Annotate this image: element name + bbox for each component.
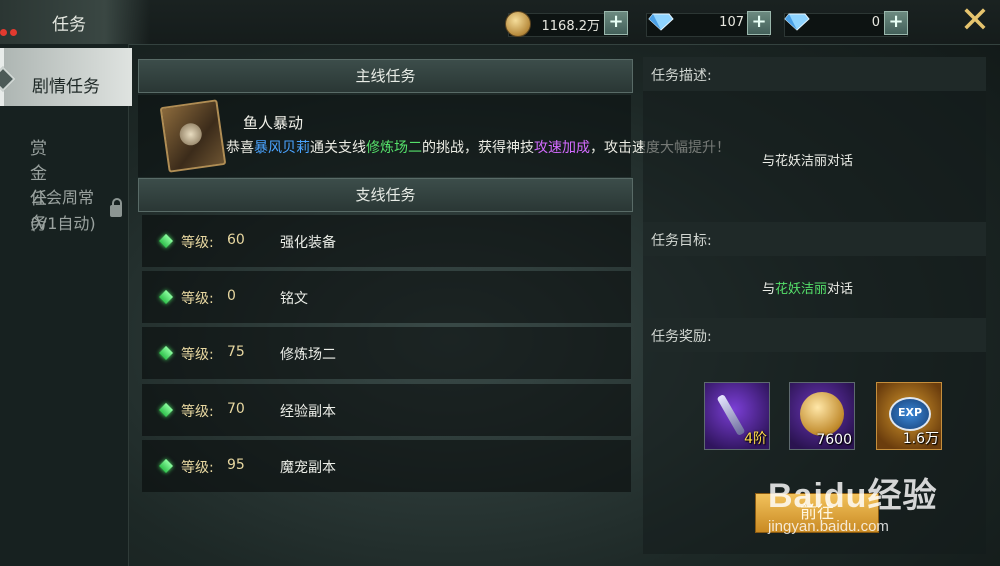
bound-diamond-value: 0 — [871, 15, 880, 30]
sidebar — [0, 44, 129, 566]
add-diamond-button[interactable]: + — [747, 11, 771, 35]
side-quest-header: 支线任务 — [138, 178, 633, 212]
quest-name: 修炼场二 — [280, 347, 336, 363]
gold-value: 1168.2万 — [541, 19, 601, 34]
quest-name: 魔宠副本 — [280, 460, 336, 476]
trident-icon — [716, 393, 746, 437]
close-button[interactable]: ✕ — [958, 3, 992, 39]
level-value: 75 — [227, 344, 245, 360]
level-value: 95 — [227, 457, 245, 473]
main-quest-header: 主线任务 — [138, 59, 633, 93]
level-label: 等级: — [181, 460, 214, 476]
level-value: 70 — [227, 401, 245, 417]
baidu-watermark-logo: Baidu经验 — [768, 477, 938, 515]
reward-exp-item[interactable]: EXP 1.6万 — [876, 382, 942, 450]
quest-name: 强化装备 — [280, 235, 336, 251]
page-title: 任务 — [52, 15, 86, 35]
level-label: 等级: — [181, 347, 214, 363]
diamond-value: 107 — [719, 15, 744, 30]
side-quest-row[interactable]: 等级: 75 修炼场二 — [142, 327, 631, 379]
level-label: 等级: — [181, 235, 214, 251]
side-quest-row[interactable]: 等级: 0 铭文 — [142, 271, 631, 323]
main-quest-title: 鱼人暴动 — [243, 114, 304, 132]
quest-gem-icon — [158, 289, 174, 305]
tab-label: 公会周常 — [30, 188, 95, 207]
quest-book-icon — [159, 99, 227, 173]
side-quest-row[interactable]: 等级: 60 强化装备 — [142, 215, 631, 267]
quest-gem-icon — [158, 345, 174, 361]
bound-diamond-icon — [784, 13, 810, 31]
notification-dot — [10, 29, 17, 36]
reward-qty: 4阶 — [744, 431, 767, 447]
exp-badge-icon: EXP — [889, 397, 931, 431]
level-value: 60 — [227, 232, 245, 248]
notification-dot — [0, 29, 7, 36]
diamond-icon — [648, 13, 674, 31]
add-bound-diamond-button[interactable]: + — [884, 11, 908, 35]
tab-guild-weekly[interactable]: 公会周常 (V1自动) — [30, 185, 96, 237]
tab-label: 剧情任务 — [32, 77, 100, 97]
level-label: 等级: — [181, 404, 214, 420]
gold-coin-icon — [800, 392, 844, 436]
quest-name: 铭文 — [280, 291, 308, 307]
reward-qty: 7600 — [816, 432, 852, 448]
desc-text: 与花妖洁丽对话 — [762, 154, 854, 169]
goal-text: 与花妖洁丽对话 — [762, 282, 854, 297]
add-gold-button[interactable]: + — [604, 11, 628, 35]
gold-coin-icon — [505, 11, 531, 37]
reward-coin-item[interactable]: 7600 — [789, 382, 855, 450]
quest-gem-icon — [158, 402, 174, 418]
goal-label: 任务目标: — [651, 233, 712, 249]
side-quest-row[interactable]: 等级: 70 经验副本 — [142, 384, 631, 436]
baidu-watermark-url: jingyan.baidu.com — [768, 518, 889, 535]
level-label: 等级: — [181, 291, 214, 307]
side-quest-row[interactable]: 等级: 95 魔宠副本 — [142, 440, 631, 492]
tab-story-quests[interactable]: 剧情任务 — [0, 48, 132, 106]
lock-icon — [110, 198, 122, 217]
desc-label: 任务描述: — [651, 68, 712, 84]
reward-qty: 1.6万 — [902, 431, 939, 447]
level-value: 0 — [227, 288, 236, 304]
quest-name: 经验副本 — [280, 404, 336, 420]
reward-label: 任务奖励: — [651, 329, 712, 345]
quest-gem-icon — [158, 458, 174, 474]
quest-gem-icon — [158, 233, 174, 249]
reward-weapon-item[interactable]: 4阶 — [704, 382, 770, 450]
tab-sublabel: (V1自动) — [30, 214, 96, 233]
